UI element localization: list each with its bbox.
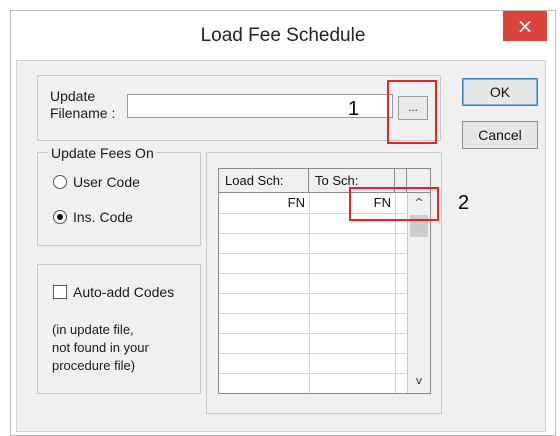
scroll-down-icon[interactable]: v <box>410 373 428 389</box>
grid-scrollbar[interactable]: ^ v <box>407 193 430 393</box>
grid-row-line <box>219 353 406 354</box>
close-button[interactable]: × <box>503 11 547 41</box>
auto-add-note-line2: not found in your <box>52 340 149 355</box>
update-filename-label-line2: Filename : <box>50 105 116 121</box>
grid-row-line <box>219 273 406 274</box>
cancel-button[interactable]: Cancel <box>462 121 538 149</box>
annotation-number-2: 2 <box>458 192 470 214</box>
auto-add-codes-checkbox[interactable] <box>53 285 67 299</box>
update-fees-on-legend: Update Fees On <box>48 145 157 161</box>
user-code-radio[interactable] <box>53 175 67 189</box>
column-header-load-sch[interactable]: Load Sch: <box>219 169 309 192</box>
user-code-label: User Code <box>73 174 140 190</box>
close-icon: × <box>516 14 534 38</box>
grid-row-line <box>219 253 406 254</box>
ok-button[interactable]: OK <box>462 78 538 106</box>
grid-row-line <box>219 313 406 314</box>
grid-column-line <box>309 193 310 393</box>
grid-row-line <box>219 233 406 234</box>
grid-column-line <box>395 193 396 393</box>
title-bar: Load Fee Schedule × <box>11 11 555 61</box>
auto-add-codes-label: Auto-add Codes <box>73 284 175 300</box>
update-fees-on-group <box>37 152 201 246</box>
annotation-box-1 <box>387 80 437 144</box>
grid-row-line <box>219 373 406 374</box>
grid-row-line <box>219 333 406 334</box>
dialog-title: Load Fee Schedule <box>200 25 366 46</box>
auto-add-note-line3: procedure file) <box>52 358 136 373</box>
auto-add-note-line1: (in update file, <box>52 322 134 337</box>
grid-row-line <box>219 293 406 294</box>
ins-code-label: Ins. Code <box>73 209 133 225</box>
annotation-box-2 <box>349 187 439 221</box>
grid-cell-load-sch[interactable]: FN <box>219 194 309 212</box>
annotation-number-1: 1 <box>348 98 360 120</box>
update-filename-label-line1: Update <box>50 88 96 104</box>
ins-code-radio[interactable] <box>53 210 67 224</box>
